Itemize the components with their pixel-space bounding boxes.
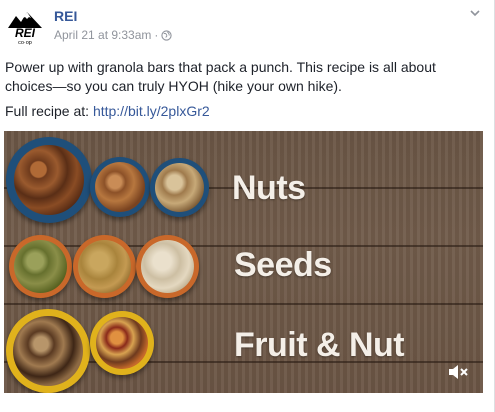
trail-mix-bowl [6, 309, 90, 393]
page-name-link[interactable]: REI [54, 8, 77, 24]
pepita-bowl [9, 235, 72, 298]
meta-separator: · [154, 28, 159, 42]
dried-fruit-bowl [90, 311, 154, 375]
post-body: Power up with granola bars that pack a p… [5, 59, 436, 94]
pecan-bowl [6, 137, 92, 223]
recipe-link[interactable]: http://bit.ly/2plxGr2 [93, 103, 210, 119]
svg-text:REI: REI [15, 26, 36, 40]
seeds-label: Seeds [234, 246, 332, 284]
page-avatar[interactable]: REI co·op [5, 6, 45, 46]
speaker-muted-icon[interactable] [447, 363, 469, 381]
globe-icon[interactable] [161, 29, 173, 41]
facebook-post: REI co·op REI April 21 at 9:33am · Power… [0, 0, 495, 412]
walnut-bowl [150, 158, 209, 217]
almond-bowl [90, 157, 150, 217]
recipe-prefix: Full recipe at: [5, 103, 93, 119]
fruit-and-nut-label: Fruit & Nut [234, 326, 405, 364]
post-timestamp[interactable]: April 21 at 9:33am [54, 28, 151, 42]
post-video[interactable]: Nuts Seeds Fruit & Nut [4, 131, 483, 393]
flax-bowl [73, 235, 136, 298]
chevron-down-icon[interactable] [468, 6, 482, 20]
post-text: Power up with granola bars that pack a p… [5, 58, 485, 127]
rei-logo: REI co·op [8, 12, 42, 46]
sunflower-seed-bowl [136, 235, 199, 298]
recipe-line: Full recipe at: http://bit.ly/2plxGr2 [5, 102, 485, 121]
svg-text:co·op: co·op [18, 40, 32, 46]
post-meta: April 21 at 9:33am · [54, 28, 173, 42]
nuts-label: Nuts [232, 169, 306, 207]
